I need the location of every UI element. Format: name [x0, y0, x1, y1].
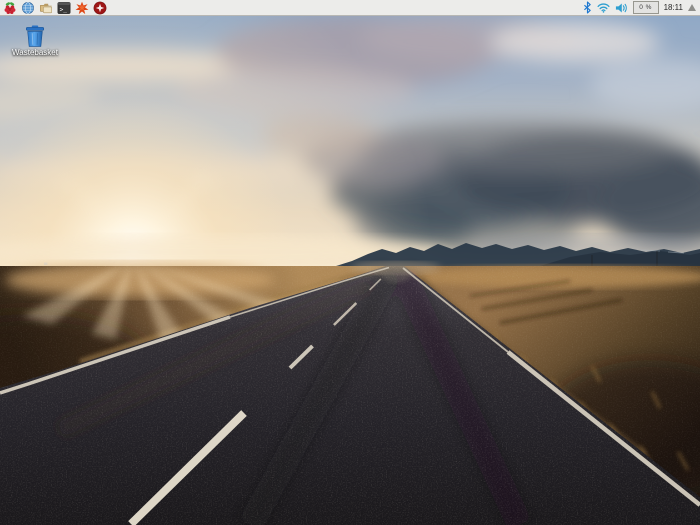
wastebasket-label: Wastebasket	[12, 48, 58, 57]
cpu-usage-monitor[interactable]: 0 %	[633, 1, 659, 14]
system-tray: 0 % 18:11	[583, 0, 700, 16]
web-browser-icon	[21, 1, 35, 15]
menu-raspberry-icon	[3, 1, 17, 15]
eject-icon[interactable]	[688, 4, 696, 11]
web-browser-button[interactable]	[20, 0, 35, 15]
mathematica-icon	[75, 1, 89, 15]
mathematica-button[interactable]	[74, 0, 89, 15]
clock[interactable]: 18:11	[664, 0, 683, 16]
wallpaper-road-sunset	[0, 16, 700, 525]
menu-button[interactable]	[2, 0, 17, 15]
file-manager-button[interactable]	[38, 0, 53, 15]
terminal-button[interactable]: >_	[56, 0, 71, 15]
taskbar-launchers: >_	[0, 0, 107, 15]
wastebasket-icon	[23, 25, 47, 47]
cpu-usage-value: 0 %	[639, 4, 652, 11]
taskbar: >_	[0, 0, 700, 16]
wastebasket-desktop-icon[interactable]: Wastebasket	[11, 25, 59, 57]
wolfram-button[interactable]	[92, 0, 107, 15]
distant-car	[44, 263, 48, 266]
svg-text:>_: >_	[59, 6, 67, 13]
file-manager-icon	[39, 1, 53, 15]
wifi-icon[interactable]	[597, 2, 610, 13]
bluetooth-icon[interactable]	[583, 1, 592, 14]
wolfram-icon	[93, 1, 107, 15]
volume-icon[interactable]	[615, 2, 628, 14]
terminal-icon: >_	[57, 1, 71, 15]
desktop-area[interactable]: Wastebasket	[0, 16, 700, 525]
